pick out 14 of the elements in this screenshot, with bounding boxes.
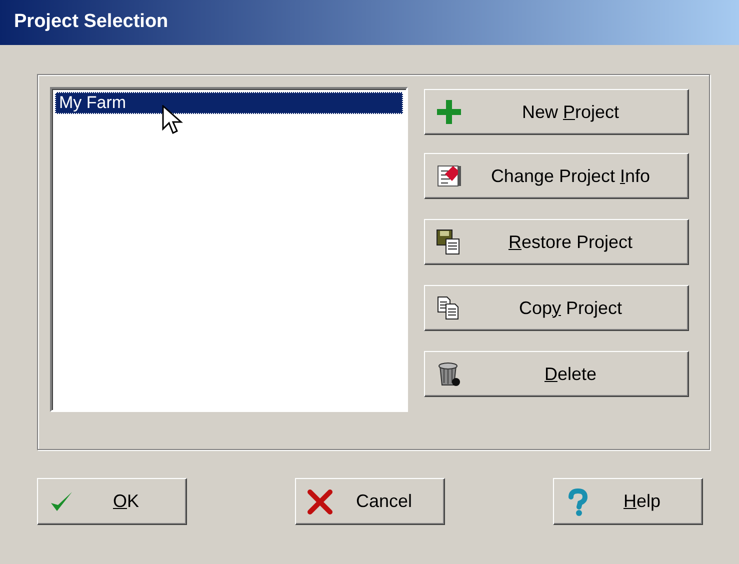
action-button[interactable]: Restore Project [424, 219, 689, 265]
action-button[interactable]: Copy Project [424, 285, 689, 331]
mouse-cursor-icon [162, 105, 184, 137]
dialog-button[interactable]: Cancel [295, 478, 445, 525]
dialog-button[interactable]: Help [553, 478, 703, 525]
list-item[interactable]: My Farm [55, 92, 403, 114]
action-button[interactable]: New Project [424, 89, 689, 135]
project-list[interactable]: My Farm [50, 87, 408, 412]
action-button[interactable]: Change Project Info [424, 153, 689, 199]
cross-icon [306, 488, 334, 516]
window-title: Project Selection [14, 10, 168, 34]
dialog-button[interactable]: OK [37, 478, 187, 525]
plus-icon [435, 98, 463, 126]
action-button[interactable]: Delete [424, 351, 689, 397]
